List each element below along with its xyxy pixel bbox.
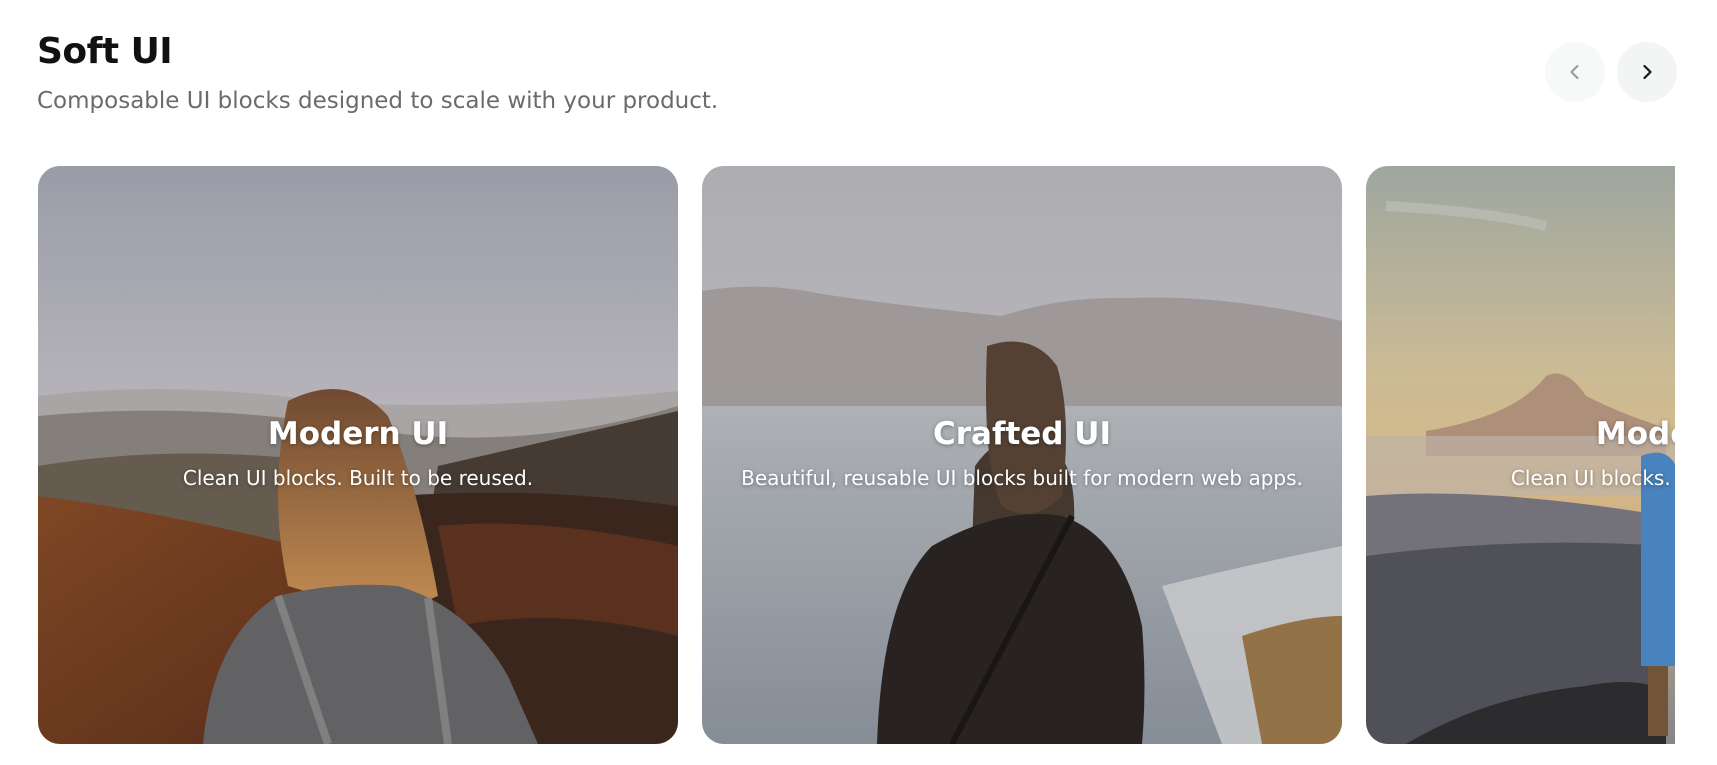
page-subtitle: Composable UI blocks designed to scale w…: [37, 88, 719, 114]
card-description: Clean UI blocks. Built to be reused.: [1510, 466, 1675, 490]
section-header: Soft UI Composable UI blocks designed to…: [37, 30, 718, 116]
card-caption: Modern UI Clean UI blocks. Built to be r…: [1366, 414, 1675, 492]
card-caption: Crafted UI Beautiful, reusable UI blocks…: [702, 414, 1342, 492]
chevron-left-icon: [1570, 65, 1579, 79]
card-description: Clean UI blocks. Built to be reused.: [182, 466, 534, 490]
card-title: Modern UI: [1595, 416, 1675, 452]
page-title: Soft UI: [37, 31, 173, 72]
carousel-next-button[interactable]: [1617, 42, 1677, 102]
card-description: Beautiful, reusable UI blocks built for …: [741, 466, 1303, 490]
chevron-right-icon: [1643, 64, 1652, 80]
carousel-card[interactable]: Modern UI Clean UI blocks. Built to be r…: [1366, 166, 1675, 744]
carousel-card[interactable]: Crafted UI Beautiful, reusable UI blocks…: [702, 166, 1342, 744]
carousel-prev-button[interactable]: [1545, 42, 1605, 102]
card-title: Crafted UI: [933, 416, 1111, 452]
carousel-card[interactable]: Modern UI Clean UI blocks. Built to be r…: [38, 166, 678, 744]
page: Soft UI Composable UI blocks designed to…: [0, 0, 1717, 765]
card-caption: Modern UI Clean UI blocks. Built to be r…: [38, 414, 678, 492]
card-title: Modern UI: [267, 416, 449, 452]
card-carousel[interactable]: Modern UI Clean UI blocks. Built to be r…: [38, 166, 1675, 744]
